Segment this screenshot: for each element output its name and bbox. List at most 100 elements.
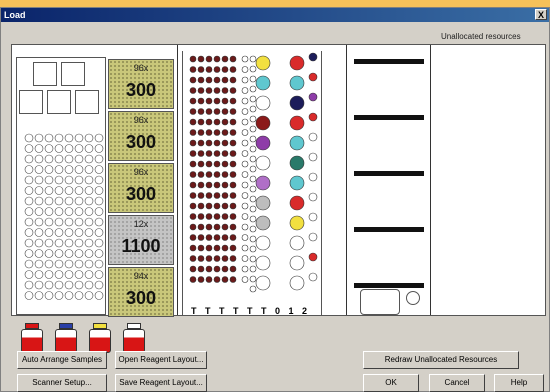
tube-well[interactable] [213, 97, 221, 105]
tube-well[interactable] [229, 202, 237, 210]
tube-well[interactable] [229, 234, 237, 241]
plate-well[interactable] [54, 133, 64, 143]
tube-well[interactable] [205, 213, 213, 220]
plate-well[interactable] [24, 228, 34, 237]
tube-well[interactable] [189, 192, 197, 199]
plate-well[interactable] [54, 175, 64, 185]
plate-well[interactable] [24, 175, 34, 185]
tube-well[interactable] [241, 55, 249, 63]
tube-well[interactable] [241, 66, 249, 73]
tube-box[interactable] [33, 62, 57, 86]
plate-well[interactable] [24, 207, 34, 216]
tube-well[interactable] [255, 235, 271, 251]
plate-well[interactable] [64, 144, 74, 153]
plate-well[interactable] [74, 270, 84, 279]
plate-well[interactable] [44, 238, 54, 248]
reagent-bottle[interactable] [89, 323, 111, 353]
tube-well[interactable] [241, 223, 249, 231]
plate-well[interactable] [64, 270, 74, 279]
tube-well[interactable] [249, 115, 257, 123]
plate-well[interactable] [74, 175, 84, 185]
sample-plate-grid[interactable] [21, 130, 105, 310]
tube-well[interactable] [213, 76, 221, 84]
tube-well[interactable] [241, 129, 249, 136]
tube-well[interactable] [197, 55, 205, 63]
plate-well[interactable] [34, 154, 44, 164]
tube-well[interactable] [249, 165, 257, 173]
tube-well[interactable] [308, 132, 318, 142]
tube-well[interactable] [289, 75, 305, 91]
tube-well[interactable] [249, 275, 257, 283]
tube-well[interactable] [229, 118, 237, 126]
redraw-unallocated-resources-button[interactable]: Redraw Unallocated Resources [363, 351, 519, 369]
plate-well[interactable] [54, 228, 64, 237]
tube-well[interactable] [308, 252, 318, 262]
tube-well[interactable] [197, 276, 205, 283]
holder-circle[interactable] [406, 291, 420, 305]
tube-well[interactable] [249, 205, 257, 213]
help-button[interactable]: Help [494, 374, 544, 392]
tube-well[interactable] [221, 192, 229, 199]
tube-well[interactable] [189, 234, 197, 241]
plate-well[interactable] [94, 259, 104, 269]
tube-box[interactable] [47, 90, 71, 114]
tube-well[interactable] [189, 129, 197, 136]
tube-well[interactable] [197, 234, 205, 241]
tube-well[interactable] [213, 265, 221, 273]
position-bar[interactable] [354, 283, 424, 288]
tube-well[interactable] [308, 212, 318, 222]
tube-well[interactable] [189, 276, 197, 283]
tube-well[interactable] [241, 202, 249, 210]
plate-well[interactable] [74, 186, 84, 195]
plate-well[interactable] [74, 133, 84, 143]
tube-well[interactable] [229, 150, 237, 157]
plate-well[interactable] [24, 186, 34, 195]
plate-well[interactable] [54, 217, 64, 227]
plate-well[interactable] [54, 249, 64, 258]
tube-well[interactable] [189, 108, 197, 115]
tube-well[interactable] [205, 139, 213, 147]
tube-well[interactable] [189, 76, 197, 84]
tube-well[interactable] [205, 171, 213, 178]
plate-well[interactable] [74, 144, 84, 153]
tube-well[interactable] [189, 66, 197, 73]
tube-well[interactable] [221, 55, 229, 63]
tube-well[interactable] [205, 265, 213, 273]
tube-well[interactable] [289, 155, 305, 171]
plate-well[interactable] [34, 165, 44, 174]
tube-well[interactable] [241, 244, 249, 252]
plate-well[interactable] [84, 144, 94, 153]
tube-well[interactable] [229, 97, 237, 105]
plate-well[interactable] [84, 280, 94, 290]
plate-well[interactable] [54, 259, 64, 269]
tube-well[interactable] [205, 55, 213, 63]
plate-well[interactable] [34, 133, 44, 143]
plate-well[interactable] [44, 207, 54, 216]
tube-well[interactable] [197, 255, 205, 262]
plate-well[interactable] [94, 217, 104, 227]
tube-well[interactable] [197, 150, 205, 157]
tube-well[interactable] [189, 55, 197, 63]
plate-well[interactable] [74, 154, 84, 164]
plate-well[interactable] [84, 196, 94, 206]
tube-well[interactable] [289, 175, 305, 191]
position-bar[interactable] [354, 115, 424, 120]
tube-well[interactable] [229, 255, 237, 262]
tube-well[interactable] [249, 125, 257, 133]
tube-well[interactable] [213, 129, 221, 136]
plate-well[interactable] [44, 133, 54, 143]
tube-well[interactable] [308, 232, 318, 242]
plate-well[interactable] [24, 154, 34, 164]
tube-well[interactable] [189, 171, 197, 178]
plate-well[interactable] [34, 186, 44, 195]
tube-well[interactable] [213, 108, 221, 115]
plate-well[interactable] [54, 207, 64, 216]
plate-well[interactable] [94, 196, 104, 206]
tube-well[interactable] [229, 181, 237, 189]
tube-well[interactable] [189, 202, 197, 210]
tube-well[interactable] [249, 185, 257, 193]
reagent-bottle[interactable] [55, 323, 77, 353]
plate-well[interactable] [34, 249, 44, 258]
tube-well[interactable] [241, 181, 249, 189]
plate-well[interactable] [54, 154, 64, 164]
